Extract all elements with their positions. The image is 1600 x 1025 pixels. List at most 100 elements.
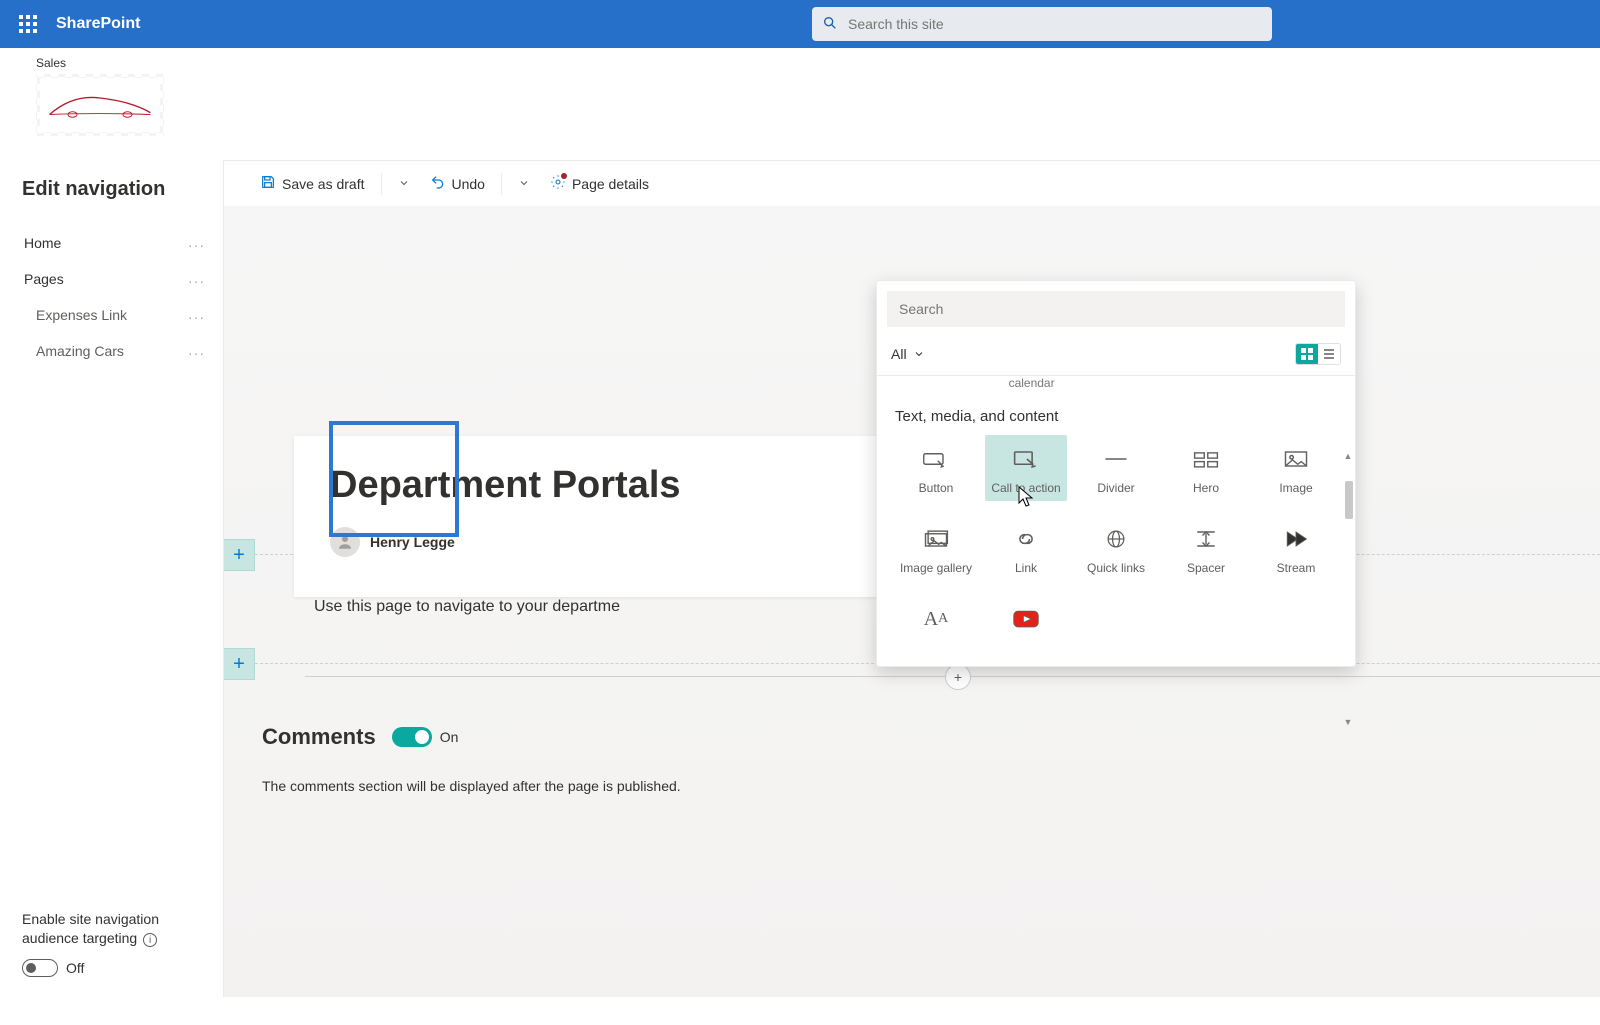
audience-targeting-toggle[interactable]: Off: [22, 959, 211, 977]
waffle-icon: [19, 15, 37, 33]
scroll-thumb[interactable]: [1345, 481, 1353, 519]
image-icon: [1276, 445, 1316, 473]
webpart-text[interactable]: AA: [895, 595, 977, 639]
page-canvas: + + Department Portals Henry Legge Use t…: [224, 206, 1600, 997]
stream-icon: [1276, 525, 1316, 553]
text-icon: AA: [916, 605, 956, 633]
youtube-icon: [1006, 605, 1046, 633]
add-section-button-2[interactable]: +: [224, 648, 255, 680]
webpart-image[interactable]: Image: [1255, 435, 1337, 501]
nav-item-more-icon[interactable]: ···: [188, 345, 205, 361]
webpart-spacer[interactable]: Spacer: [1165, 515, 1247, 581]
nav-item-expenses-link[interactable]: Expenses Link ···: [22, 297, 211, 333]
search-box[interactable]: [812, 7, 1272, 41]
nav-item-more-icon[interactable]: ···: [188, 237, 205, 253]
page-details-label: Page details: [572, 176, 649, 192]
call-to-action-icon: [1006, 445, 1046, 473]
nav-item-label: Pages: [24, 271, 64, 287]
gear-icon: [550, 174, 566, 193]
page-toolbar: Save as draft Undo Page det: [224, 160, 1600, 206]
chevron-down-icon: [913, 348, 925, 360]
author-name[interactable]: Henry Legge: [370, 534, 455, 550]
image-gallery-icon: [916, 525, 956, 553]
save-as-draft-button[interactable]: Save as draft: [254, 168, 371, 199]
page-description[interactable]: Use this page to navigate to your depart…: [314, 598, 620, 616]
nav-item-label: Amazing Cars: [36, 343, 124, 359]
app-launcher-button[interactable]: [8, 4, 48, 44]
grid-view-button[interactable]: [1296, 344, 1318, 364]
picker-scrollbar[interactable]: ▲ ▼: [1343, 451, 1353, 727]
webpart-button[interactable]: Button: [895, 435, 977, 501]
nav-item-home[interactable]: Home ···: [22, 225, 211, 261]
chevron-down-icon: [398, 177, 410, 189]
chevron-down-icon: [518, 177, 530, 189]
avatar[interactable]: [330, 527, 360, 557]
toggle-state-label: On: [440, 729, 459, 745]
save-split-chevron[interactable]: [392, 170, 416, 198]
undo-button[interactable]: Undo: [424, 168, 491, 199]
left-nav: Edit navigation Home ··· Pages ··· Expen…: [0, 160, 224, 997]
add-section-button-1[interactable]: +: [224, 539, 255, 571]
scroll-up-icon[interactable]: ▲: [1343, 451, 1353, 461]
person-icon: [336, 533, 354, 551]
save-icon: [260, 174, 276, 193]
toggle-state-label: Off: [66, 960, 84, 976]
grid-icon: [1301, 348, 1313, 360]
undo-split-chevron[interactable]: [512, 170, 536, 198]
comments-heading: Comments: [262, 724, 376, 750]
picker-search-input[interactable]: [887, 291, 1345, 327]
undo-label: Undo: [452, 176, 485, 192]
nav-item-label: Expenses Link: [36, 307, 127, 323]
undo-icon: [430, 174, 446, 193]
picker-body[interactable]: Call to action Group calendar Button Her…: [877, 376, 1355, 666]
nav-item-pages[interactable]: Pages ···: [22, 261, 211, 297]
comments-note: The comments section will be displayed a…: [262, 778, 1580, 794]
main-column: Save as draft Undo Page det: [224, 160, 1600, 997]
webpart-picker: All Call to action: [876, 280, 1356, 667]
search-input[interactable]: [848, 16, 1262, 32]
link-icon: [1006, 525, 1046, 553]
info-icon[interactable]: i: [143, 933, 157, 947]
sidebar-title: Edit navigation: [22, 178, 211, 201]
webpart-link[interactable]: Link: [985, 515, 1067, 581]
car-logo-icon: [45, 87, 155, 124]
site-logo[interactable]: [36, 74, 164, 136]
section-hr: +: [305, 676, 1600, 677]
list-view-button[interactable]: [1318, 344, 1340, 364]
add-webpart-button[interactable]: +: [945, 664, 971, 690]
hero-icon: [1186, 445, 1226, 473]
search-wrap: [812, 7, 1272, 41]
scroll-down-icon[interactable]: ▼: [1343, 717, 1353, 727]
webpart-call-to-action[interactable]: Call to action: [985, 435, 1067, 501]
divider-icon: [1096, 445, 1136, 473]
webpart-youtube[interactable]: [985, 595, 1067, 639]
nav-item-amazing-cars[interactable]: Amazing Cars ···: [22, 333, 211, 369]
site-header: Sales: [0, 48, 1600, 160]
picker-section-label: Text, media, and content: [895, 408, 1337, 425]
notification-dot-icon: [561, 173, 567, 179]
webpart-hero[interactable]: Hero: [1165, 435, 1247, 501]
picker-filter-bar: All: [877, 337, 1355, 376]
button-icon: [916, 445, 956, 473]
picker-search-wrap: [877, 281, 1355, 337]
save-as-draft-label: Save as draft: [282, 176, 365, 192]
list-icon: [1323, 348, 1335, 360]
page-details-button[interactable]: Page details: [544, 168, 655, 199]
brand-label: SharePoint: [56, 15, 140, 33]
sidebar-footer: Enable site navigation audience targetin…: [22, 890, 211, 977]
webpart-stream[interactable]: Stream: [1255, 515, 1337, 581]
nav-item-more-icon[interactable]: ···: [188, 309, 205, 325]
webpart-image-gallery[interactable]: Image gallery: [895, 515, 977, 581]
nav-item-label: Home: [24, 235, 61, 251]
view-toggle: [1295, 343, 1341, 365]
webpart-quick-links[interactable]: Quick links: [1075, 515, 1157, 581]
nav-item-more-icon[interactable]: ···: [188, 273, 205, 289]
picker-peek-row: Call to action Group calendar Button Her…: [877, 376, 1355, 390]
search-icon: [822, 15, 838, 34]
audience-targeting-label: Enable site navigation audience targetin…: [22, 910, 211, 949]
webpart-divider[interactable]: Divider: [1075, 435, 1157, 501]
comments-toggle[interactable]: On: [392, 727, 459, 747]
picker-filter-all[interactable]: All: [891, 346, 925, 362]
quick-links-icon: [1096, 525, 1136, 553]
comments-region: Comments On The comments section will be…: [262, 724, 1580, 794]
